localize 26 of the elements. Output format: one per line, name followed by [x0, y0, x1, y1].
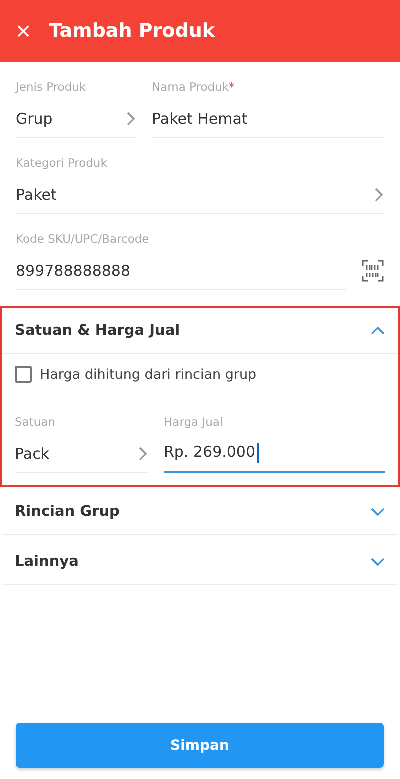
- screen-title: Tambah Produk: [49, 20, 215, 42]
- field-label: Harga Jual: [164, 415, 224, 429]
- field-label: Kode SKU/UPC/Barcode: [16, 232, 150, 246]
- checkbox[interactable]: [15, 366, 32, 383]
- field-label: Satuan: [15, 415, 56, 429]
- field-label: Kategori Produk: [16, 156, 108, 170]
- barcode-scan-icon[interactable]: [362, 260, 384, 282]
- select-field[interactable]: Grup: [16, 100, 136, 138]
- section-header[interactable]: Rincian Grup: [2, 489, 398, 535]
- checkbox-label: Harga dihitung dari rincian grup: [40, 366, 257, 382]
- input-field[interactable]: 899788888888: [16, 252, 346, 290]
- close-button[interactable]: ×: [16, 18, 32, 44]
- input-field[interactable]: Paket Hemat: [152, 100, 384, 138]
- chevron-right-icon: [126, 112, 136, 126]
- field-label: Nama Produk*: [152, 80, 236, 94]
- field-label: Jenis Produk: [16, 80, 88, 94]
- input-field[interactable]: Rp. 269.000: [164, 435, 385, 473]
- chevron-right-icon: [138, 446, 148, 460]
- chevron-up-icon: [371, 324, 385, 336]
- chevron-right-icon: [374, 188, 384, 202]
- select-field[interactable]: Pack: [15, 435, 148, 473]
- chevron-down-icon: [371, 556, 385, 568]
- chevron-down-icon: [371, 506, 385, 518]
- select-field[interactable]: Paket: [16, 176, 384, 214]
- section-header[interactable]: Lainnya: [2, 539, 398, 585]
- section-header[interactable]: Satuan & Harga Jual: [2, 308, 398, 354]
